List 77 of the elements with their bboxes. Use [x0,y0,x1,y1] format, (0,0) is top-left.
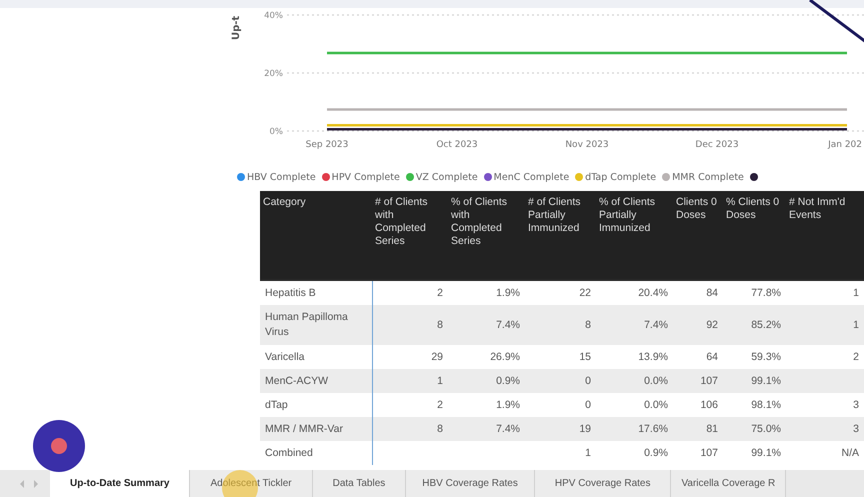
pen-stroke [808,0,864,44]
table-cell: 0 [525,369,596,393]
table-cell: 0.0% [596,369,673,393]
table-cell: 0.0% [596,393,673,417]
axis-label: 20% [264,69,283,79]
click-indicator [33,420,85,472]
table-cell: 8 [372,305,448,345]
legend-label: dTap Complete [585,172,656,182]
table-cell: 2 [372,280,448,305]
legend-label: MenC Complete [494,172,570,182]
table-cell: dTap [260,393,372,417]
page-tab[interactable]: Data Tables [312,470,406,497]
table-cell: 15 [525,345,596,369]
axis-label: Dec 2023 [695,140,739,150]
axis-label: Nov 2023 [565,140,609,150]
page-tab[interactable]: Up-to-Date Summary [50,470,190,497]
table-cell: 2 [786,345,864,369]
table-cell: 26.9% [448,345,525,369]
column-header: # of Clients Partially Immunized [525,191,596,280]
axis-label: 40% [264,11,283,21]
axis-label: 0% [270,127,283,137]
column-header: # Not Imm'd Events [786,191,864,280]
table-cell: Hepatitis B [260,280,372,305]
table-cell: 7.4% [448,417,525,441]
table-cell: 1 [786,305,864,345]
axis-label: Oct 2023 [436,140,478,150]
column-header: Category [260,191,372,280]
table-cell: 85.2% [723,305,786,345]
table-cell: 29 [372,345,448,369]
table-cell: 98.1% [723,393,786,417]
table-cell: 8 [372,417,448,441]
table-cell: 1.9% [448,393,525,417]
table-cell: 17.6% [596,417,673,441]
axis-title: Up-t [231,16,242,40]
legend-label: HPV Complete [332,172,400,182]
table-cell: 59.3% [723,345,786,369]
table-cell: 3 [786,417,864,441]
table-cell: 99.1% [723,369,786,393]
legend-label: HBV Complete [247,172,316,182]
table-cell: 106 [673,393,723,417]
table-cell: 81 [673,417,723,441]
table-cell: 84 [673,280,723,305]
table-cell: 1 [372,369,448,393]
table-cell: 75.0% [723,417,786,441]
table-cell: Human Papilloma Virus [260,305,372,345]
column-header: # of Clients with Completed Series [372,191,448,280]
table-cell: 64 [673,345,723,369]
table-cell: 77.8% [723,280,786,305]
table-cell: 20.4% [596,280,673,305]
column-header: % of Clients Partially Immunized [596,191,673,280]
table-cell: 1 [786,280,864,305]
table-cell: Combined [260,441,372,465]
legend-label: MMR Complete [672,172,744,182]
table-cell: 0 [525,393,596,417]
table-cell: 1.9% [448,280,525,305]
table-cell: 7.4% [596,305,673,345]
table-cell: Varicella [260,345,372,369]
table-cell: 2 [372,393,448,417]
table-cell: 7.4% [448,305,525,345]
legend-label: VZ Complete [416,172,478,182]
table-cell: 8 [525,305,596,345]
table-cell: 107 [673,369,723,393]
table-cell: 22 [525,280,596,305]
table-cell: 3 [786,393,864,417]
column-header: % of Clients with Completed Series [448,191,525,280]
table-cell: MenC-ACYW [260,369,372,393]
previous-icon[interactable] [20,480,25,488]
table-cell: 0.9% [448,369,525,393]
table-cell: MMR / MMR-Var [260,417,372,441]
table-cell: 92 [673,305,723,345]
table-cell: 19 [525,417,596,441]
next-icon[interactable] [33,480,38,488]
axis-label: Sep 2023 [306,140,348,150]
column-header: Clients 0 Doses [673,191,723,280]
column-header: % Clients 0 Doses [723,191,786,280]
axis-label: Jan 202 [828,140,862,150]
table-cell: 13.9% [596,345,673,369]
